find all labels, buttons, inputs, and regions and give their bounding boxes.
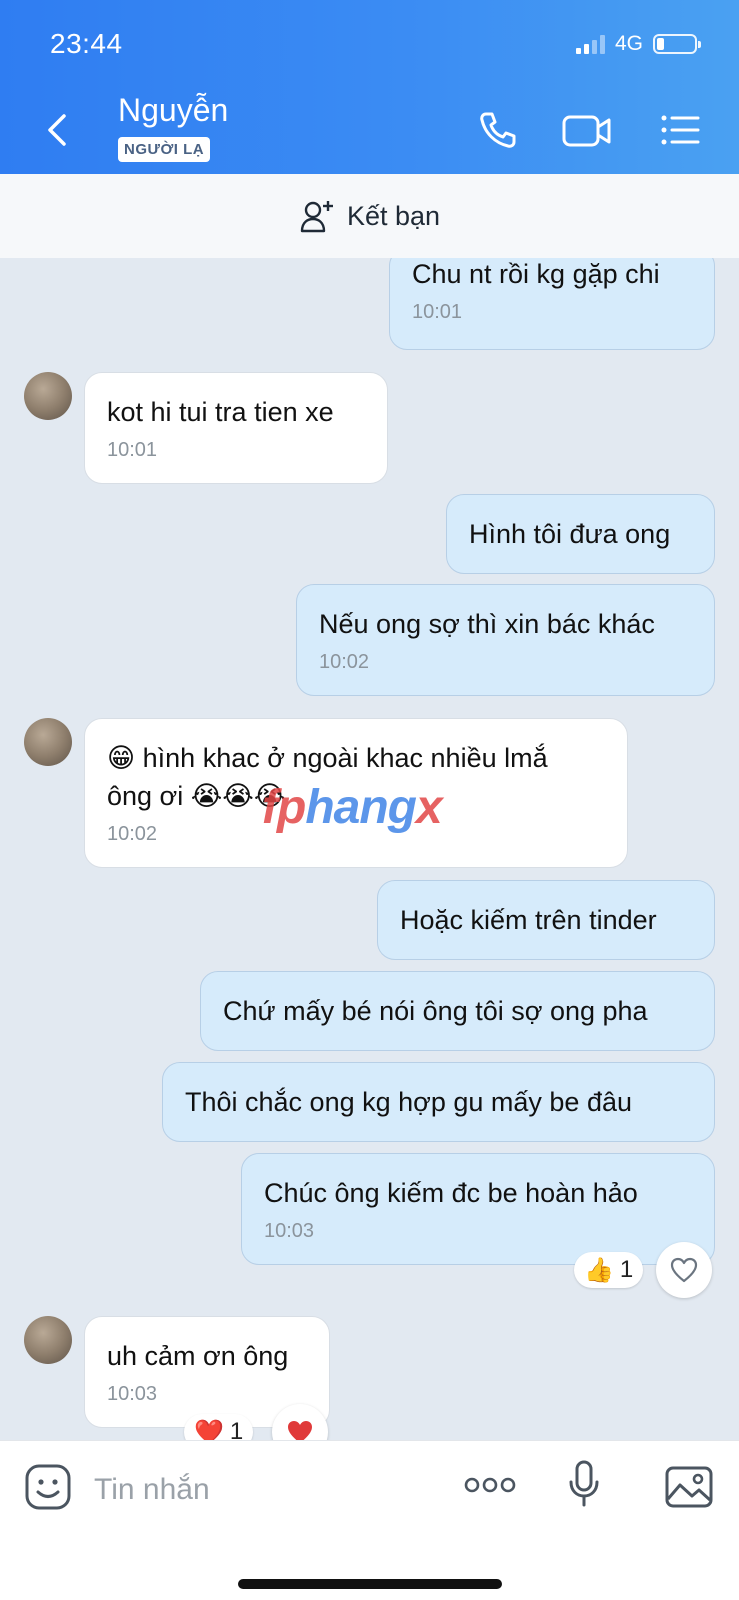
reaction-count: 1 — [619, 1256, 634, 1283]
watermark-logo: fphangx — [262, 781, 443, 834]
video-call-icon[interactable] — [560, 108, 614, 152]
contact-name[interactable]: Nguyễn — [118, 92, 228, 129]
microphone-icon[interactable] — [566, 1459, 602, 1509]
composer-bar: Tin nhắn — [0, 1440, 739, 1600]
message-input[interactable]: Tin nhắn — [94, 1473, 210, 1507]
message-bubble[interactable]: Chu nt rồi kg gặp chi 10:01 — [389, 258, 715, 350]
phone-call-icon[interactable] — [476, 108, 520, 152]
message-bubble[interactable]: Nếu ong sợ thì xin bác khác 10:02 — [296, 584, 715, 696]
stranger-badge: NGƯỜI LẠ — [118, 137, 211, 162]
avatar[interactable] — [24, 718, 72, 766]
message-bubble[interactable]: Chứ mấy bé nói ông tôi sợ ong pha — [200, 971, 715, 1051]
add-friend-button[interactable]: Kết bạn — [0, 174, 739, 258]
reaction-summary[interactable]: ❤️ 1 — [184, 1414, 254, 1441]
message-bubble[interactable]: Thôi chắc ong kg hợp gu mấy be đâu — [162, 1062, 715, 1142]
message-bubble[interactable]: Hoặc kiếm trên tinder — [377, 880, 715, 960]
message-bubble[interactable]: kot hi tui tra tien xe 10:01 — [84, 372, 388, 484]
add-friend-label: Kết bạn — [346, 200, 441, 231]
heart-filled-icon — [288, 1421, 312, 1440]
image-gallery-icon[interactable] — [664, 1463, 714, 1511]
add-friend-icon — [300, 201, 333, 233]
reaction-summary[interactable]: 👍 1 — [574, 1252, 644, 1288]
red-heart-icon: ❤️ — [194, 1418, 224, 1441]
react-heart-button[interactable] — [656, 1242, 712, 1298]
sticker-icon[interactable] — [24, 1463, 72, 1511]
avatar[interactable] — [24, 1316, 72, 1364]
message-bubble[interactable]: Hình tôi đưa ong — [446, 494, 715, 574]
message-list[interactable]: Chu nt rồi kg gặp chi 10:01 kot hi tui t… — [0, 258, 739, 1440]
status-time: 23:44 — [50, 28, 123, 59]
battery-icon — [653, 34, 701, 54]
chat-header: 23:44 4G Nguyễn NGƯỜI LẠ — [0, 0, 739, 174]
more-options-icon[interactable] — [464, 1475, 516, 1495]
reaction-count: 1 — [229, 1418, 244, 1440]
thumbs-up-icon: 👍 — [584, 1256, 614, 1284]
network-type: 4G — [614, 32, 643, 55]
avatar[interactable] — [24, 372, 72, 420]
signal-icon — [575, 34, 605, 54]
status-indicators: 4G — [575, 32, 701, 56]
menu-list-icon[interactable] — [658, 108, 702, 152]
home-indicator — [238, 1579, 502, 1589]
message-bubble[interactable]: Chúc ông kiếm đc be hoàn hảo 10:03 — [241, 1153, 715, 1265]
heart-outline-icon — [670, 1257, 698, 1283]
back-icon[interactable] — [38, 108, 78, 152]
